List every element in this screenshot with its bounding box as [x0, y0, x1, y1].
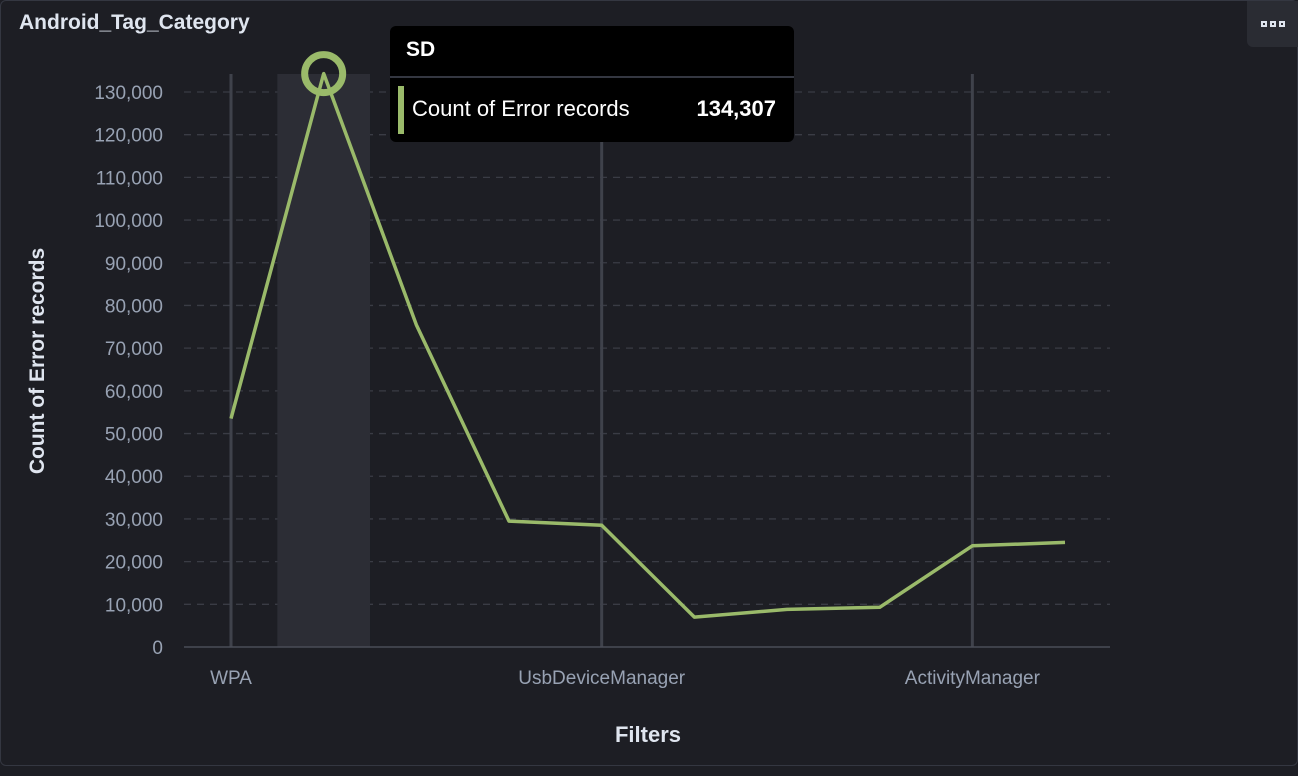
- x-tick-label: UsbDeviceManager: [518, 668, 686, 689]
- y-tick-label: 100,000: [94, 211, 163, 232]
- y-tick-label: 10,000: [105, 595, 163, 616]
- tooltip-series-label: Count of Error records: [412, 96, 630, 121]
- y-tick-label: 70,000: [105, 339, 163, 360]
- y-tick-labels: 0 10,000 20,000 30,000 40,000 50,000 60,000 70,…: [94, 83, 163, 659]
- chart-tooltip: SD Count of Error records 134,307: [390, 26, 794, 142]
- tooltip-divider: [390, 76, 794, 78]
- y-tick-label: 40,000: [105, 467, 163, 488]
- y-tick-label: 90,000: [105, 254, 163, 275]
- tooltip-row: Count of Error records 134,307: [398, 86, 784, 136]
- x-axis-label: Filters: [615, 722, 681, 747]
- y-tick-label: 0: [152, 638, 163, 659]
- x-tick-label: WPA: [210, 668, 252, 689]
- series-color-swatch: [398, 86, 404, 134]
- tooltip-category: SD: [406, 38, 436, 61]
- y-tick-label: 120,000: [94, 126, 163, 147]
- y-tick-label: 20,000: [105, 553, 163, 574]
- y-tick-label: 30,000: [105, 510, 163, 531]
- y-tick-label: 130,000: [94, 83, 163, 104]
- y-tick-label: 110,000: [96, 168, 163, 189]
- y-tick-label: 50,000: [105, 425, 163, 446]
- x-tick-labels: WPA UsbDeviceManager ActivityManager: [210, 668, 1041, 689]
- y-tick-label: 60,000: [105, 382, 163, 403]
- x-tick-label: ActivityManager: [905, 668, 1041, 689]
- y-axis-label: Count of Error records: [26, 248, 49, 474]
- tooltip-series-value: 134,307: [696, 96, 776, 121]
- y-tick-label: 80,000: [105, 296, 163, 317]
